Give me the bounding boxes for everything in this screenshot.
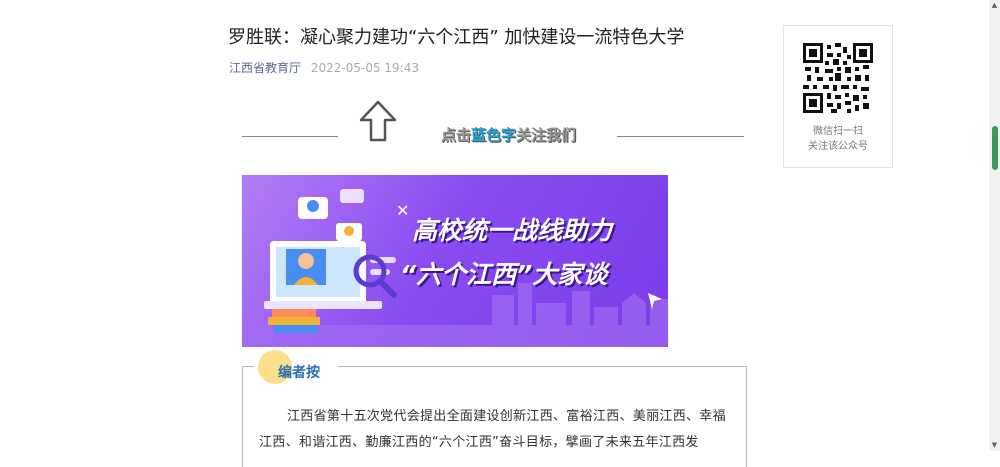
arrow-up-icon — [359, 100, 397, 142]
qr-code-icon — [803, 43, 873, 113]
qr-caption-1: 微信扫一扫 — [813, 126, 863, 137]
follow-prefix: 点击 — [441, 126, 472, 144]
banner-line1: 高校统一战线助力 — [412, 216, 613, 245]
scrollbar-thumb[interactable] — [992, 126, 998, 170]
follow-suffix: 关注我们 — [516, 126, 577, 144]
article-meta: 江西省教育厅 2022-05-05 19:43 — [229, 60, 419, 76]
scrollbar-track[interactable] — [989, 0, 1000, 451]
source-link[interactable]: 江西省教育厅 — [229, 61, 301, 75]
publish-time: 2022-05-05 19:43 — [310, 61, 419, 75]
banner-line2: “六个江西”大家谈 — [400, 260, 608, 289]
banner-spark: ✕ — [396, 201, 410, 220]
banner-image: ✕ 高校统一战线助力 “六个江西”大家谈 — [242, 175, 668, 347]
article-title: 罗胜联：凝心聚力建功“六个江西” 加快建设一流特色大学 — [228, 27, 685, 48]
follow-us-text[interactable]: 点击蓝色字关注我们 — [441, 124, 576, 145]
scroll-up-button[interactable]: ▲ — [989, 0, 1000, 11]
follow-divider-right — [617, 136, 744, 137]
scroll-down-button[interactable]: ▼ — [989, 440, 1000, 451]
follow-highlight: 蓝色字 — [471, 126, 517, 144]
qr-card: 微信扫一扫 关注该公众号 — [783, 25, 893, 168]
editor-note-label: 编者按 — [278, 365, 320, 381]
editor-note-text: 江西省第十五次党代会提出全面建设创新江西、富裕江西、美丽江西、幸福江西、和谐江西… — [259, 409, 726, 450]
qr-caption-2: 关注该公众号 — [808, 141, 868, 152]
person-head — [298, 253, 314, 269]
follow-divider-left — [242, 136, 338, 137]
